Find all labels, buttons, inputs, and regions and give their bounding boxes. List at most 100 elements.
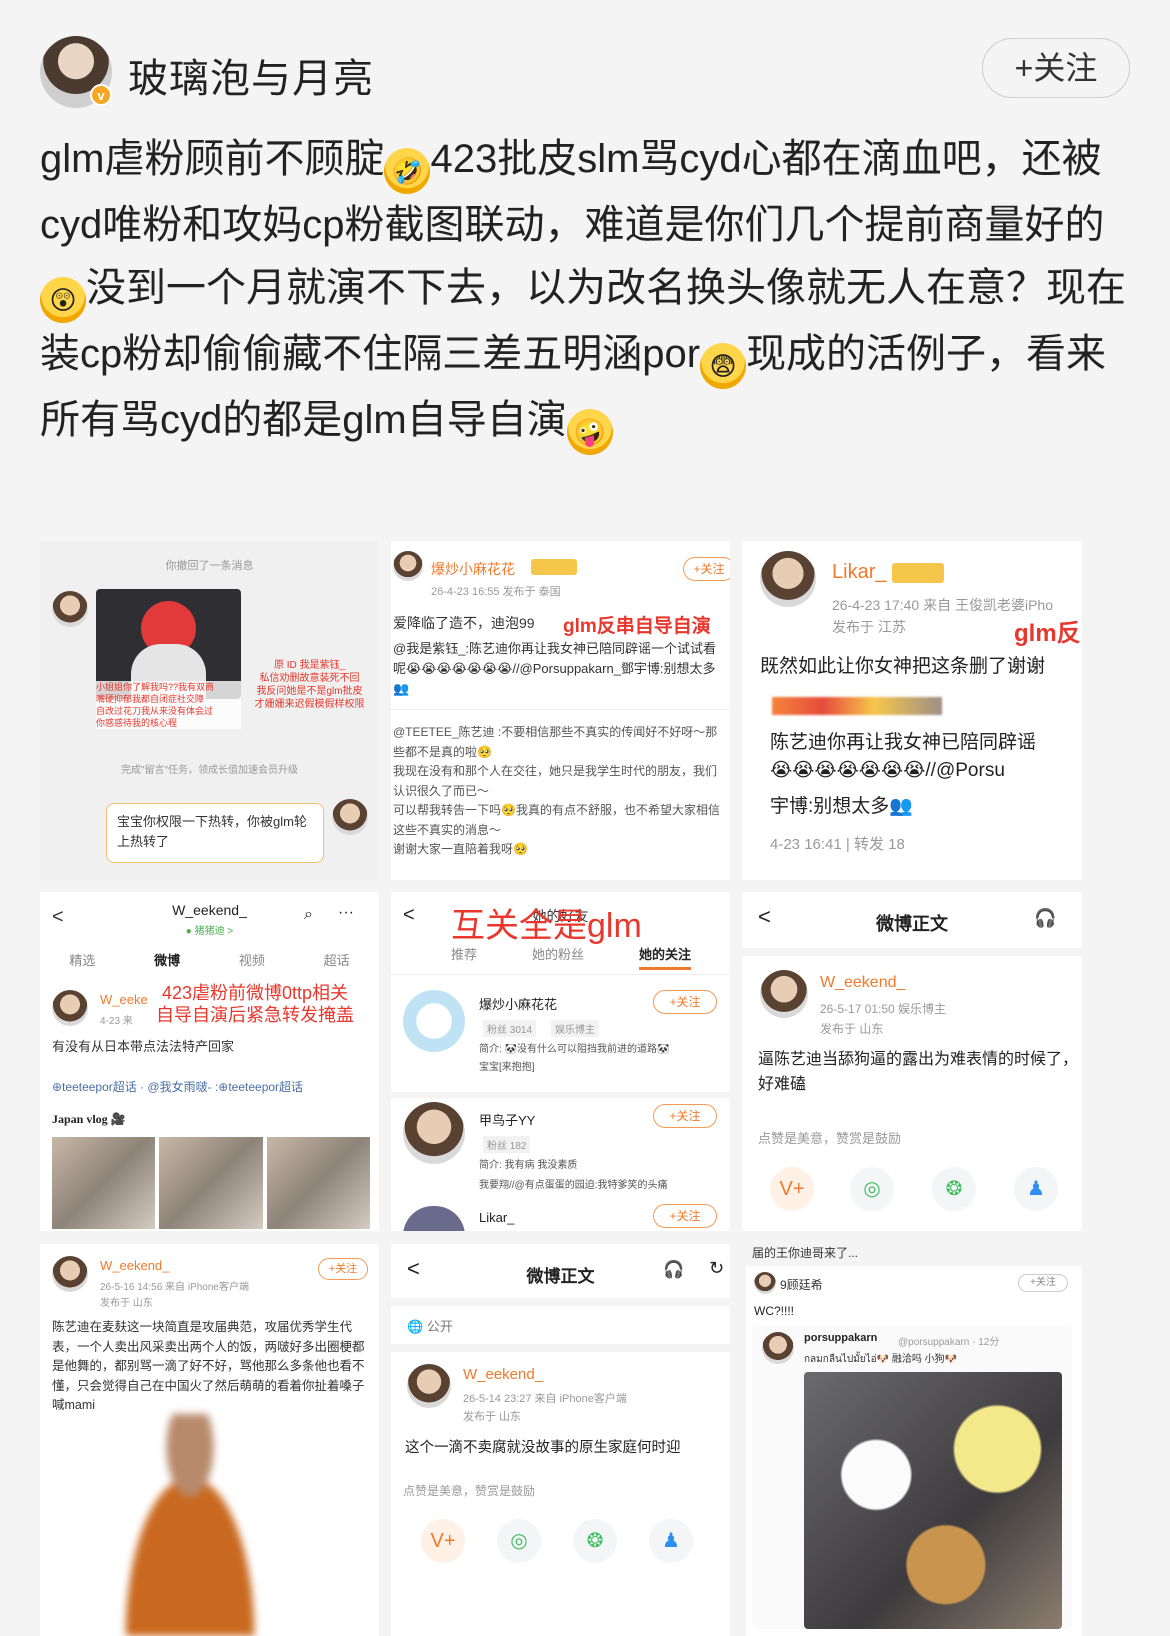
image-5[interactable]: < 她的好友 互关全是glm 推荐 她的粉丝 她的关注 爆炒小麻花花 粉丝 30… xyxy=(391,892,730,1231)
post-tags[interactable]: ⊕teeteepor超话 · @我女雨啵- :⊕teeteepor超话 xyxy=(52,1078,303,1095)
embedded-photo[interactable] xyxy=(804,1372,1062,1629)
post-author[interactable]: W_eekend_ xyxy=(100,1258,169,1273)
follow-button[interactable]: +关注 xyxy=(653,1204,717,1228)
post-avatar xyxy=(407,1364,451,1408)
image-2[interactable]: 爆炒小麻花花 26-4-23 16:55 发布于 泰国 +关注 爱降临了造不，迪… xyxy=(391,541,730,880)
user-avatar xyxy=(403,990,465,1052)
moments-icon[interactable]: ❂ xyxy=(932,1167,976,1211)
more-icon[interactable]: ··· xyxy=(338,904,354,922)
task-text: 完成"留言"任务，领成长值加速会员升级 xyxy=(120,765,299,776)
post-avatar xyxy=(393,551,423,581)
post-line: 逼陈艺迪当舔狗逼的露出为难表情的时候了，好难磕 xyxy=(758,1051,1079,1093)
user-name[interactable]: 甲鸟子YY xyxy=(479,1110,535,1129)
tab-video[interactable]: 视频 xyxy=(239,950,265,978)
qq-icon[interactable]: ♟ xyxy=(649,1519,693,1563)
post-author[interactable]: W_eekend_ xyxy=(820,974,905,992)
reward-text: 点赞是美意，赞赏是鼓励 xyxy=(403,1484,536,1498)
user-row[interactable]: 甲鸟子YY 粉丝 182 简介: 我有病 我没素质 我要翔//@有点蛋蛋的园迫:… xyxy=(391,1100,730,1200)
refresh-icon[interactable]: ↻ xyxy=(709,1258,724,1279)
follow-button[interactable]: +关注 xyxy=(318,1258,368,1280)
tab-fans[interactable]: 她的粉丝 xyxy=(532,944,584,970)
search-icon[interactable]: ⌕ xyxy=(304,906,313,924)
quoted-post: @TEETEE_陈艺迪 :不要相信那些不真实的传闻好不好呀～那些都不是真的啦🥺 … xyxy=(393,725,720,856)
tab-supertopic[interactable]: 超话 xyxy=(324,950,350,978)
follow-button[interactable]: +关注 xyxy=(982,38,1130,98)
image-1[interactable]: 你撤回了一条消息 小姐姐你了解我吗??我有双商 嘴硬抑郁我都自闭症社交障 自改过… xyxy=(40,541,379,880)
follow-button[interactable]: +关注 xyxy=(653,1104,717,1128)
profile-subtitle[interactable]: ● 猪猪迪 > xyxy=(40,922,379,937)
tab-recommend[interactable]: 推荐 xyxy=(451,944,477,970)
crazy-emoji-icon: 🤪 xyxy=(566,409,613,455)
photo[interactable] xyxy=(52,1137,156,1229)
listen-icon[interactable]: 🎧 xyxy=(663,1260,684,1280)
post-line: 爱降临了造不，迪泡99 xyxy=(393,615,535,631)
image-4[interactable]: < W_eekend_ ● 猪猪迪 > ⌕ ··· 精选 微博 视频 超话 W_… xyxy=(40,892,379,1231)
divider xyxy=(391,1344,730,1352)
photo[interactable] xyxy=(266,1137,370,1229)
listen-icon[interactable]: 🎧 xyxy=(1034,908,1056,929)
verified-badge-icon: v xyxy=(90,84,112,106)
image-grid: 你撤回了一条消息 小姐姐你了解我吗??我有双商 嘴硬抑郁我都自闭症社交障 自改过… xyxy=(40,541,1082,1636)
tab-following[interactable]: 她的关注 xyxy=(638,944,691,970)
follow-button[interactable]: +关注 xyxy=(683,557,730,581)
repost-chain: @我是紫钰_:陈艺迪你再让我女神已陪同辟谣一个试试看呢😭😭😭😭😭😭😭//@Por… xyxy=(393,641,717,696)
chat-avatar-self xyxy=(332,799,368,835)
follow-button[interactable]: +关注 xyxy=(653,990,717,1014)
page-title: 微博正文 xyxy=(876,914,948,934)
username[interactable]: 玻璃泡与月亮 xyxy=(128,46,374,104)
vip-share-icon[interactable]: V+ xyxy=(421,1519,465,1563)
post-line: 有没有从日本带点法法特产回家 xyxy=(52,1039,235,1054)
laughing-emoji-icon: 🤣 xyxy=(384,148,431,194)
post-location: 发布于 江苏 xyxy=(832,619,906,635)
embedded-author[interactable]: porsuppakarn xyxy=(804,1332,877,1344)
user-avatar xyxy=(403,1206,465,1231)
divider xyxy=(391,1092,730,1098)
post-avatar xyxy=(754,1272,776,1294)
profile-title: W_eekend_ xyxy=(172,902,247,918)
user-bio: 简介: 我有病 我没素质 xyxy=(479,1160,578,1171)
post-author[interactable]: 爆炒小麻花花 xyxy=(431,559,515,579)
vip-badge-icon xyxy=(531,559,577,575)
image-6[interactable]: < 微博正文 🎧 W_eekend_ 26-5-17 01:50 娱乐博主 发布… xyxy=(742,892,1082,1231)
shocked-emoji-icon: 😲 xyxy=(40,277,86,323)
repost-line: 陈艺迪你再让我女神已陪同辟谣 xyxy=(770,732,1037,753)
repost-line-2: 😭😭😭😭😭😭😭//@Porsu xyxy=(770,760,1005,781)
moments-icon[interactable]: ❂ xyxy=(573,1519,617,1563)
user-tag: 娱乐博主 xyxy=(551,1020,599,1037)
post-author[interactable]: Likar_ xyxy=(832,561,886,584)
image-7[interactable]: W_eekend_ 26-5-16 14:56 来自 iPhone客户端 发布于… xyxy=(40,1244,379,1636)
post-author[interactable]: W_eekend_ xyxy=(463,1366,543,1383)
post-meta: 26-5-17 01:50 娱乐博主 xyxy=(820,1002,947,1016)
post-author[interactable]: 9顾廷希 xyxy=(780,1276,823,1293)
image-9[interactable]: 届的王你迪哥来了... 9顾廷希 +关注 WC?!!!! porsuppakar… xyxy=(742,1244,1082,1636)
repost-line-3: 宇博:别想太多👥 xyxy=(770,796,913,817)
post-meta: 26-5-14 23:27 来自 iPhone客户端 xyxy=(463,1393,627,1405)
photo-grid xyxy=(52,1137,370,1229)
tab-weibo[interactable]: 微博 xyxy=(154,950,180,978)
follow-button[interactable]: +关注 xyxy=(1018,1274,1068,1292)
fearful-emoji-icon: 😨 xyxy=(700,343,747,389)
user-row[interactable]: 爆炒小麻花花 粉丝 3014 娱乐博主 简介: 🐼没有什么可以阻挡我前进的道路🐼… xyxy=(391,980,730,1088)
image-3[interactable]: Likar_ 26-4-23 17:40 来自 王俊凯老婆iPho 发布于 江苏… xyxy=(742,541,1082,880)
red-overlay: 互关全是glm xyxy=(451,907,642,945)
red-overlay: 423虐粉前微博0ttp相关 自导自演后紧急转发掩盖 xyxy=(156,983,354,1025)
user-bio-2: 宝宝[来抱抱] xyxy=(479,1062,535,1073)
left-red-text: 小姐姐你了解我吗??我有双商 嘴硬抑郁我都自闭症社交障 自改过花刀我从来没有体会… xyxy=(96,681,241,729)
image-8[interactable]: < 微博正文 🎧 ↻ 🌐 公开 W_eekend_ 26-5-14 23:27 … xyxy=(391,1244,730,1636)
post-avatar xyxy=(760,970,808,1018)
post-line: 这个一滴不卖腐就没故事的原生家庭何时迎 xyxy=(405,1440,681,1456)
user-row[interactable]: Likar_ +关注 xyxy=(391,1200,730,1231)
post-avatar xyxy=(760,551,816,607)
tab-featured[interactable]: 精选 xyxy=(69,950,95,978)
vip-share-icon[interactable]: V+ xyxy=(770,1167,814,1211)
user-name[interactable]: 爆炒小麻花花 xyxy=(479,994,557,1013)
user-name[interactable]: Likar_ xyxy=(479,1210,514,1225)
photo[interactable] xyxy=(159,1137,263,1229)
embedded-post: porsuppakarn @porsuppakarn · 12分 กลมกลืน… xyxy=(752,1326,1072,1629)
embedded-handle: @porsuppakarn · 12分 xyxy=(898,1337,1000,1348)
qq-icon[interactable]: ♟ xyxy=(1014,1167,1058,1211)
post-footer: 4-23 16:41 | 转发 18 xyxy=(770,836,905,853)
wechat-icon[interactable]: ◎ xyxy=(497,1519,541,1563)
blurred-photo[interactable] xyxy=(100,1414,280,1636)
wechat-icon[interactable]: ◎ xyxy=(850,1167,894,1211)
